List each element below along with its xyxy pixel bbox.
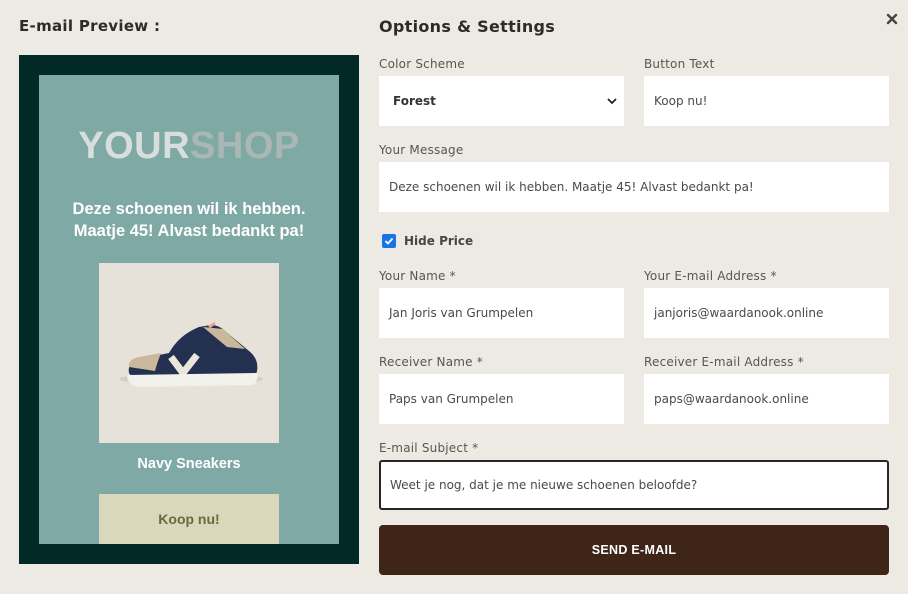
your-email-input[interactable]: janjoris@waardanook.online [644, 288, 889, 338]
chevron-down-icon [607, 98, 617, 105]
your-name-label: Your Name * [379, 269, 456, 283]
hide-price-checkbox[interactable] [382, 234, 396, 248]
hide-price-row[interactable]: Hide Price [382, 234, 473, 248]
button-text-label: Button Text [644, 57, 715, 71]
message-input[interactable]: Deze schoenen wil ik hebben. Maatje 45! … [379, 162, 889, 212]
send-email-button[interactable]: SEND E-MAIL [379, 525, 889, 575]
subject-input[interactable]: Weet je nog, dat je me nieuwe schoenen b… [379, 460, 889, 510]
shop-logo: YOURSHOP [39, 125, 339, 168]
button-text-input[interactable]: Koop nu! [644, 76, 889, 126]
product-name: Navy Sneakers [137, 456, 241, 472]
email-preview-frame: YOURSHOP Deze schoenen wil ik hebben. Ma… [19, 55, 359, 564]
your-name-input[interactable]: Jan Joris van Grumpelen [379, 288, 624, 338]
subject-label: E-mail Subject * [379, 441, 479, 455]
close-icon[interactable] [885, 12, 899, 26]
your-email-label: Your E-mail Address * [644, 269, 777, 283]
preview-buy-button[interactable]: Koop nu! [99, 494, 279, 544]
product-image [99, 263, 279, 443]
receiver-email-input[interactable]: paps@waardanook.online [644, 374, 889, 424]
email-preview-card: YOURSHOP Deze schoenen wil ik hebben. Ma… [39, 75, 339, 544]
logo-text-shop: SHOP [190, 125, 300, 167]
message-label: Your Message [379, 143, 464, 157]
hide-price-label: Hide Price [404, 234, 474, 248]
options-heading: Options & Settings [379, 17, 556, 36]
logo-text-your: YOUR [78, 125, 191, 167]
checkmark-icon [384, 237, 394, 245]
color-scheme-select[interactable]: Forest [379, 76, 624, 126]
receiver-name-label: Receiver Name * [379, 355, 483, 369]
receiver-email-label: Receiver E-mail Address * [644, 355, 804, 369]
sneaker-icon [119, 321, 263, 387]
preview-heading: E-mail Preview : [19, 17, 161, 35]
color-scheme-value: Forest [393, 94, 436, 108]
preview-message: Deze schoenen wil ik hebben. Maatje 45! … [72, 200, 306, 240]
color-scheme-label: Color Scheme [379, 57, 465, 71]
receiver-name-input[interactable]: Paps van Grumpelen [379, 374, 624, 424]
